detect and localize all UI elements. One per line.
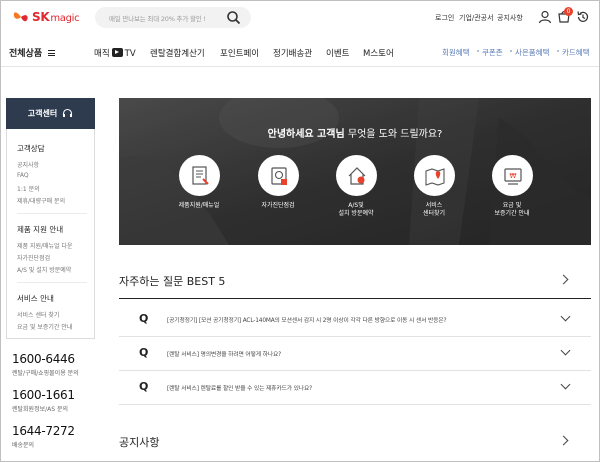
login-link[interactable]: 로그인 [435, 13, 454, 23]
chevron-down-icon[interactable] [560, 311, 571, 322]
faq-top-border [119, 298, 591, 299]
hero-item-as-booking[interactable] [336, 155, 377, 196]
hero-item-service-center[interactable] [414, 155, 455, 196]
svg-text:₩: ₩ [509, 172, 516, 180]
search-bar[interactable]: 매일 만나보는 최대 20% 추가 할인 ! [95, 7, 251, 28]
headset-icon [63, 108, 73, 117]
corp-link[interactable]: 기업/관공서 [459, 13, 494, 23]
benefit-coupon[interactable]: 쿠폰존 [482, 47, 503, 58]
customer-center-header: 고객센터 [6, 98, 95, 129]
sk-butterfly-icon [13, 12, 28, 22]
chevron-right-icon[interactable] [558, 274, 569, 285]
tv-play-icon [111, 48, 123, 57]
sidebar-section-title: 제품 지원 안내 [17, 225, 64, 234]
map-pin-icon [424, 167, 445, 186]
hero-item-label: 요금 및 보증기간 안내 [494, 202, 530, 217]
hero-item-fee[interactable]: ₩ [492, 155, 533, 196]
chevron-down-icon[interactable] [560, 379, 571, 390]
notice-title: 공지사항 [119, 436, 160, 449]
sidebar-menu: 고객상담 공지사항 FAQ 1:1 문의 제휴/대량구매 문의 제품 지원 안내… [6, 129, 95, 339]
sidebar-section-title: 고객상담 [17, 144, 45, 153]
sidebar-item-fee-warranty[interactable]: 요금 및 보증기간 안내 [17, 322, 72, 331]
header-top: SKmagic 매일 만나보는 최대 20% 추가 할인 ! 로그인 기업/관공… [1, 1, 599, 35]
recent-view-icon[interactable] [576, 10, 590, 24]
question-mark-label: Q [139, 312, 149, 325]
hero-banner: 안녕하세요 고객님 무엇을 도와 드릴까요? 제품지원/매뉴얼 자가진단점검 A… [119, 98, 591, 245]
search-icon[interactable] [226, 10, 241, 25]
phone-desc: 배송문의 [12, 442, 35, 449]
sidebar-item-notice[interactable]: 공지사항 [17, 160, 39, 169]
phone-number: 1644-7272 [12, 424, 75, 438]
nav-magic-tv[interactable]: 매직 TV [94, 47, 136, 59]
faq-question-text[interactable]: [렌탈 서비스] 명의변경을 하려면 어떻게 하나요? [167, 349, 281, 358]
faq-title: 자주하는 질문 BEST 5 [119, 275, 226, 288]
chevron-right-icon[interactable] [558, 435, 569, 446]
question-mark-label: Q [139, 380, 149, 393]
sidebar-item-as-booking[interactable]: A/S 및 설치 방문예약 [17, 265, 71, 274]
divider [17, 213, 87, 214]
benefit-card[interactable]: 카드혜택 [562, 47, 590, 58]
hero-item-label: A/S및 설치 방문예약 [338, 202, 374, 217]
divider [17, 282, 87, 283]
hero-item-manual[interactable] [179, 155, 220, 196]
global-nav: 전체상품 매직 TV 렌탈결합계산기 포인트페이 정기배송관 이벤트 M스토어 회… [1, 35, 599, 67]
hamburger-icon [48, 49, 56, 56]
sidebar-section-title: 서비스 안내 [17, 294, 54, 303]
page-frame: SKmagic 매일 만나보는 최대 20% 추가 할인 ! 로그인 기업/관공… [0, 0, 600, 462]
chevron-down-icon[interactable] [560, 345, 571, 356]
nav-rental-calculator[interactable]: 렌탈결합계산기 [150, 47, 205, 59]
sidebar-item-inquiry[interactable]: 1:1 문의 [17, 184, 40, 193]
sidebar-item-service-center[interactable]: 서비스 센터 찾기 [17, 310, 59, 319]
phone-desc: 렌탈회원정보/AS 문의 [12, 406, 69, 413]
hero-item-label: 자가진단점검 [261, 202, 295, 209]
benefit-member[interactable]: 회원혜택 [442, 47, 470, 58]
all-products-menu[interactable]: 전체상품 [9, 46, 56, 59]
divider [119, 336, 591, 337]
sidebar-item-manual[interactable]: 제품 지원/매뉴얼 다운 [17, 241, 73, 250]
nav-point-pay[interactable]: 포인트페이 [220, 47, 259, 59]
price-icon: ₩ [503, 167, 522, 185]
hero-item-label: 제품지원/매뉴얼 [178, 202, 220, 209]
self-check-icon [270, 166, 287, 185]
sidebar-item-self-check[interactable]: 자가진단점검 [17, 253, 50, 262]
benefit-gift[interactable]: 사은품혜택 [515, 47, 550, 58]
separator-dot [510, 50, 512, 52]
house-icon [348, 166, 365, 185]
hero-title: 안녕하세요 고객님 무엇을 도와 드릴까요? [267, 129, 443, 140]
cart-count-badge: 0 [564, 7, 573, 16]
nav-subscription[interactable]: 정기배송관 [273, 47, 312, 59]
faq-question-text[interactable]: [공기청정기] [모션 공기청정기] ACL-140MA의 모션센서 감지 시 … [167, 315, 447, 324]
nav-m-store[interactable]: M스토어 [363, 47, 394, 59]
nav-event[interactable]: 이벤트 [326, 47, 349, 59]
manual-icon [191, 165, 209, 185]
phone-number: 1600-1661 [12, 388, 75, 402]
phone-number: 1600-6446 [12, 352, 75, 366]
sk-magic-logo[interactable]: SKmagic [12, 9, 80, 25]
sidebar-item-partnership[interactable]: 제휴/대량구매 문의 [17, 196, 65, 205]
divider [119, 370, 591, 371]
separator-dot [557, 50, 559, 52]
divider [119, 404, 591, 405]
separator-dot [477, 50, 479, 52]
notice-link[interactable]: 공지사항 [497, 13, 523, 23]
faq-question-text[interactable]: [렌탈 서비스] 렌탈료를 할인 받을 수 있는 제휴카드가 있나요? [167, 383, 312, 392]
sidebar-item-faq[interactable]: FAQ [17, 172, 29, 179]
search-input[interactable]: 매일 만나보는 최대 20% 추가 할인 ! [109, 13, 206, 23]
user-icon[interactable] [538, 10, 552, 24]
hero-item-self-check[interactable] [258, 155, 299, 196]
hero-item-label: 서비스 센터찾기 [422, 202, 446, 217]
question-mark-label: Q [139, 346, 149, 359]
phone-desc: 렌탈/구매/쇼핑몰이용 문의 [12, 370, 79, 377]
